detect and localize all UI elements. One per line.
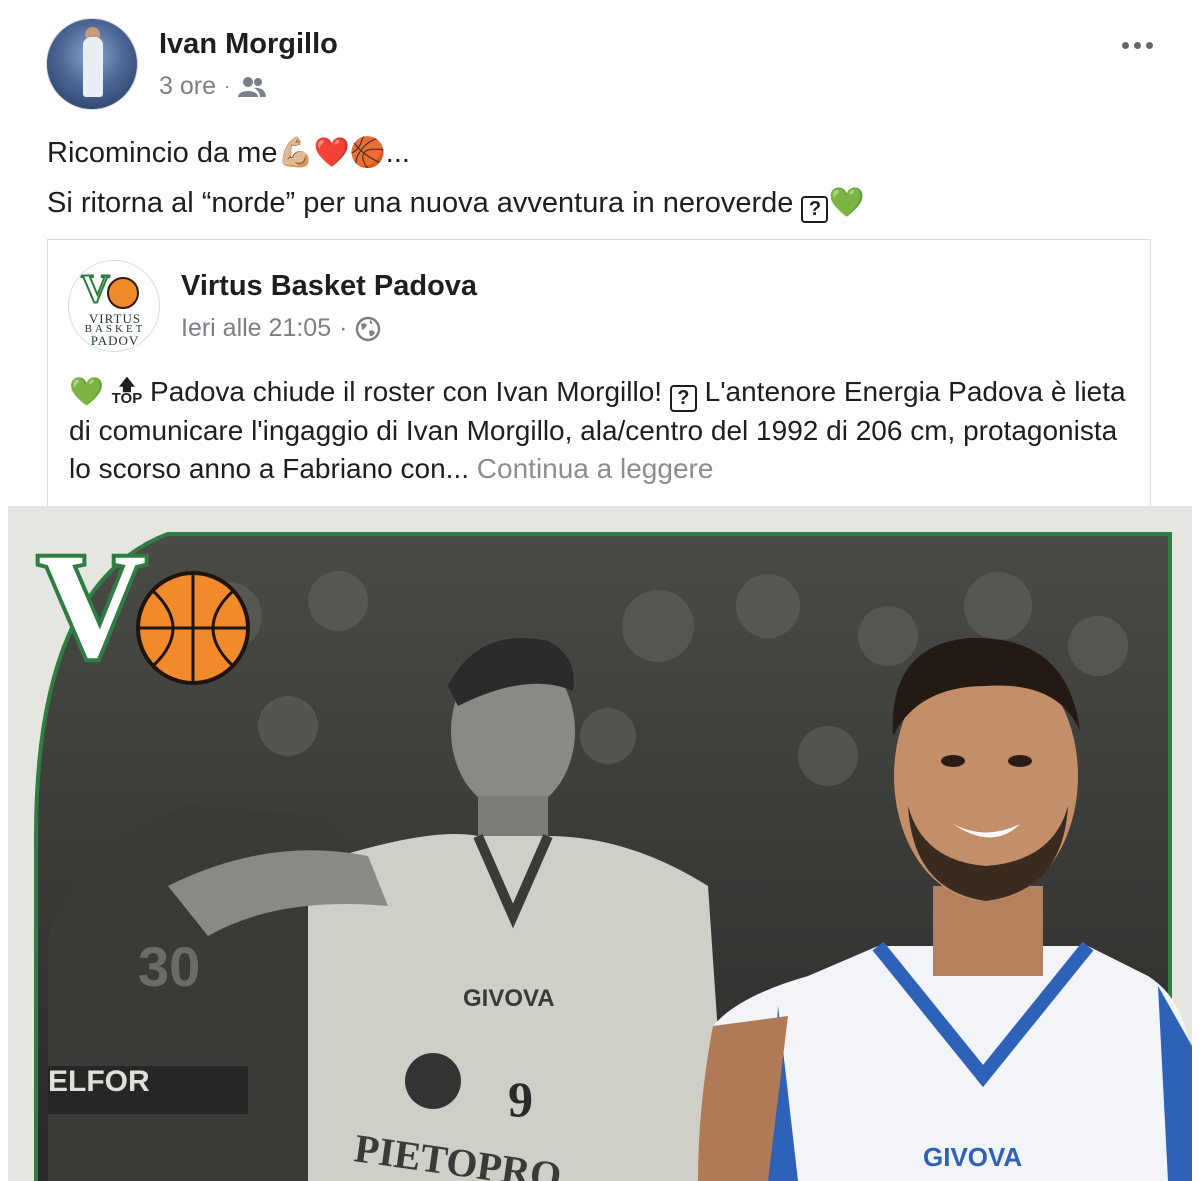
meta-separator: · (339, 314, 348, 342)
shared-post[interactable]: V VIRTUS BASKET PADOV Virtus Basket Pado… (47, 239, 1151, 519)
shared-text-a: Padova chiude il roster con Ivan Morgill… (142, 376, 670, 407)
post-line-2: Si ritorna al “norde” per una nuova avve… (47, 178, 1167, 228)
left-jersey-number: 9 (508, 1071, 533, 1127)
page-logo[interactable]: V VIRTUS BASKET PADOV (68, 260, 160, 352)
meta-separator: · (223, 76, 230, 96)
continue-reading-link[interactable]: Continua a leggere (477, 453, 714, 484)
unknown-glyph-box: ? (669, 385, 697, 412)
logo-text: VIRTUS BASKET PADOV (73, 312, 157, 348)
logo-v-letter: V (38, 523, 146, 689)
green-heart-emoji: 💚 (69, 376, 104, 407)
avatar-figure (83, 37, 103, 97)
post-line-1: Ricomincio da me💪🏼❤️🏀... (47, 137, 410, 169)
left-bg-number: 30 (138, 935, 200, 998)
post-header: Ivan Morgillo 3 ore · (46, 18, 1166, 113)
shared-text: 💚 🡅 TOP Padova chiude il roster con Ivan … (69, 373, 1139, 488)
friends-icon (237, 76, 266, 97)
unknown-glyph-box: ? (801, 196, 829, 223)
top-arrow-icon: 🡅 TOP (111, 378, 143, 407)
shared-photo[interactable]: GIVOVA 9 PIETOPRO ELFOR 30 GIVOVA V (8, 506, 1192, 1181)
post-meta: 3 ore · (159, 72, 266, 101)
post-line-2-text: Si ritorna al “norde” per una nuova avve… (47, 187, 802, 219)
right-jersey-brand: GIVOVA (923, 1142, 1022, 1172)
top-label: TOP (111, 390, 143, 407)
green-heart-emoji: 💚 (828, 187, 865, 219)
globe-icon (356, 316, 381, 341)
shared-page-name[interactable]: Virtus Basket Padova (181, 270, 477, 303)
basketball-icon (107, 277, 139, 309)
logo-text-3: PADOV (90, 333, 140, 348)
post-time[interactable]: 3 ore (159, 72, 216, 101)
author-avatar[interactable] (46, 18, 138, 110)
logo-letter: V (80, 265, 111, 312)
more-options-icon[interactable] (1122, 38, 1158, 52)
post-text: Ricomincio da me💪🏼❤️🏀... Si ritorna al “… (47, 128, 1167, 228)
photo-graphic: GIVOVA 9 PIETOPRO ELFOR 30 GIVOVA V (8, 506, 1192, 1181)
author-name[interactable]: Ivan Morgillo (159, 28, 338, 61)
shared-meta: Ieri alle 21:05 · (181, 314, 381, 343)
left-bg-text: ELFOR (48, 1065, 150, 1098)
left-jersey-brand: GIVOVA (463, 985, 555, 1012)
shared-time[interactable]: Ieri alle 21:05 (181, 314, 331, 343)
